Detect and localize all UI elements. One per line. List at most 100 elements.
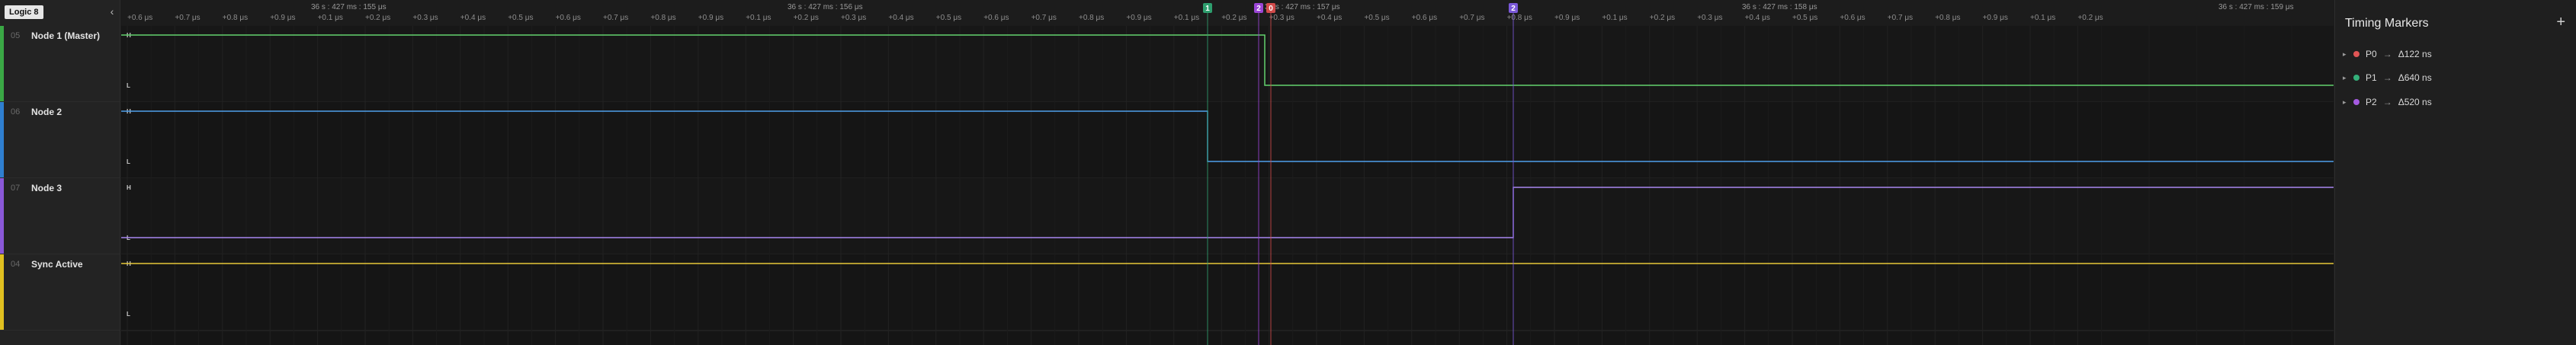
marker-delta: Δ520 ns	[2398, 97, 2432, 107]
marker-dot	[2353, 99, 2359, 105]
reference-timestamp: 36 s : 427 ms : 155 μs	[311, 3, 387, 11]
tick-label: +0.9 μs	[698, 14, 723, 22]
channel-row-node2[interactable]: 06 Node 2	[0, 102, 120, 178]
tick-label: +0.8 μs	[650, 14, 675, 22]
channel-name: Sync Active	[31, 259, 83, 270]
channel-id: 05	[11, 31, 21, 40]
low-level-label: L	[127, 311, 130, 318]
channel-color-bar	[0, 26, 4, 101]
channel-band	[121, 178, 2334, 254]
tick-label: +0.3 μs	[1697, 14, 1722, 22]
marker-delta: Δ640 ns	[2398, 72, 2432, 83]
tick-label: +0.5 μs	[1792, 14, 1817, 22]
channel-name: Node 2	[31, 107, 63, 117]
tick-label: +0.8 μs	[1507, 14, 1532, 22]
tick-label: +0.4 μs	[1317, 14, 1342, 22]
tick-label: +0.1 μs	[1174, 14, 1199, 22]
channel-band	[121, 102, 2334, 178]
channel-id: 06	[11, 107, 21, 117]
timing-marker-item[interactable]: ▸ P0 → Δ122 ns	[2343, 46, 2432, 62]
tick-label: +0.8 μs	[223, 14, 248, 22]
tick-label: +0.2 μs	[2077, 14, 2103, 22]
tick-label: +0.8 μs	[1935, 14, 1960, 22]
channel-row-node1[interactable]: 05 Node 1 (Master)	[0, 26, 120, 102]
tick-label: +0.7 μs	[603, 14, 628, 22]
tick-label: +0.2 μs	[794, 14, 819, 22]
tick-label: +0.6 μs	[127, 14, 152, 22]
arrow-right-icon: →	[2382, 97, 2392, 107]
tick-label: +0.5 μs	[508, 14, 533, 22]
tick-label: +0.1 μs	[318, 14, 343, 22]
tick-label: +0.3 μs	[412, 14, 438, 22]
reference-timestamp: 36 s : 427 ms : 159 μs	[2218, 3, 2294, 11]
channel-id: 04	[11, 260, 21, 269]
tick-label: +0.6 μs	[983, 14, 1009, 22]
tick-label: +0.7 μs	[1459, 14, 1484, 22]
tick-label: +0.6 μs	[1840, 14, 1865, 22]
arrow-right-icon: →	[2382, 49, 2392, 59]
marker-name: P0	[2366, 49, 2377, 59]
channel-label-panel: Logic 8 ‹ 05 Node 1 (Master) 06 Node 2 0…	[0, 0, 120, 345]
marker-name: P1	[2366, 72, 2377, 83]
chevron-right-icon[interactable]: ▸	[2343, 74, 2350, 82]
marker-flag-label: 0	[1269, 5, 1273, 13]
marker-flag-label: 2	[1511, 5, 1516, 13]
channel-row-sync-active[interactable]: 04 Sync Active	[0, 254, 120, 331]
tick-label: +0.4 μs	[1745, 14, 1770, 22]
channel-name: Node 1 (Master)	[31, 30, 101, 41]
channel-color-bar	[0, 102, 4, 177]
timing-markers-title: Timing Markers	[2345, 17, 2429, 30]
chevron-right-icon[interactable]: ▸	[2343, 50, 2350, 59]
tick-label: +0.8 μs	[1079, 14, 1104, 22]
low-level-label: L	[127, 158, 130, 165]
marker-dot	[2353, 75, 2359, 81]
tick-label: +0.1 μs	[2030, 14, 2055, 22]
reference-timestamp: 36 s : 427 ms : 156 μs	[788, 3, 863, 11]
tick-label: +0.7 μs	[1888, 14, 1913, 22]
waveform-area[interactable]: +0.6 μs +0.7 μs +0.8 μs +0.9 μs +0.1 μs +0.2 …	[121, 0, 2334, 345]
tick-label: +0.9 μs	[1126, 14, 1151, 22]
marker-dot	[2353, 51, 2359, 57]
marker-name: P2	[2366, 97, 2377, 107]
tick-label: +0.4 μs	[460, 14, 486, 22]
tick-label: +0.6 μs	[556, 14, 581, 22]
timing-marker-item[interactable]: ▸ P2 → Δ520 ns	[2343, 94, 2432, 110]
low-level-label: L	[127, 82, 130, 89]
arrow-right-icon: →	[2382, 72, 2392, 83]
channel-color-bar	[0, 254, 4, 330]
tick-label: +0.3 μs	[841, 14, 866, 22]
channel-name: Node 3	[31, 183, 63, 193]
channel-row-node3[interactable]: 07 Node 3	[0, 178, 120, 254]
marker-flag-label: 1	[1205, 5, 1210, 13]
tick-label: +0.7 μs	[1031, 14, 1057, 22]
waveform-canvas[interactable]: +0.6 μs +0.7 μs +0.8 μs +0.9 μs +0.1 μs +0.2 …	[121, 0, 2334, 345]
tick-label: +0.9 μs	[270, 14, 295, 22]
marker-delta: Δ122 ns	[2398, 49, 2432, 59]
tick-label: +0.5 μs	[1364, 14, 1389, 22]
device-badge[interactable]: Logic 8	[5, 5, 43, 19]
channel-id: 07	[11, 184, 21, 193]
tick-label: +0.2 μs	[1221, 14, 1246, 22]
tick-label: +0.4 μs	[888, 14, 913, 22]
marker-flag-label: 2	[1256, 5, 1261, 13]
channel-color-bar	[0, 178, 4, 254]
channel-band	[121, 26, 2334, 102]
tick-label: +0.7 μs	[175, 14, 200, 22]
tick-label: +0.9 μs	[1983, 14, 2008, 22]
chevron-left-icon[interactable]: ‹	[107, 5, 117, 18]
chevron-right-icon[interactable]: ▸	[2343, 98, 2350, 107]
reference-timestamp: 36 s : 427 ms : 157 μs	[1265, 3, 1340, 11]
tick-label: +0.2 μs	[365, 14, 390, 22]
tick-label: +0.1 μs	[746, 14, 771, 22]
tick-label: +0.2 μs	[1650, 14, 1675, 22]
tick-label: +0.9 μs	[1554, 14, 1580, 22]
high-level-label: H	[127, 184, 131, 191]
timing-marker-item[interactable]: ▸ P1 → Δ640 ns	[2343, 70, 2432, 85]
tick-label: +0.5 μs	[936, 14, 961, 22]
plus-icon[interactable]: +	[2556, 14, 2565, 31]
timing-markers-panel: Timing Markers + ▸ P0 → Δ122 ns ▸ P1 → Δ…	[2334, 0, 2576, 345]
channel-band	[121, 254, 2334, 331]
tick-label: +0.6 μs	[1412, 14, 1437, 22]
tick-label: +0.1 μs	[1602, 14, 1627, 22]
tick-label: +0.3 μs	[1269, 14, 1294, 22]
